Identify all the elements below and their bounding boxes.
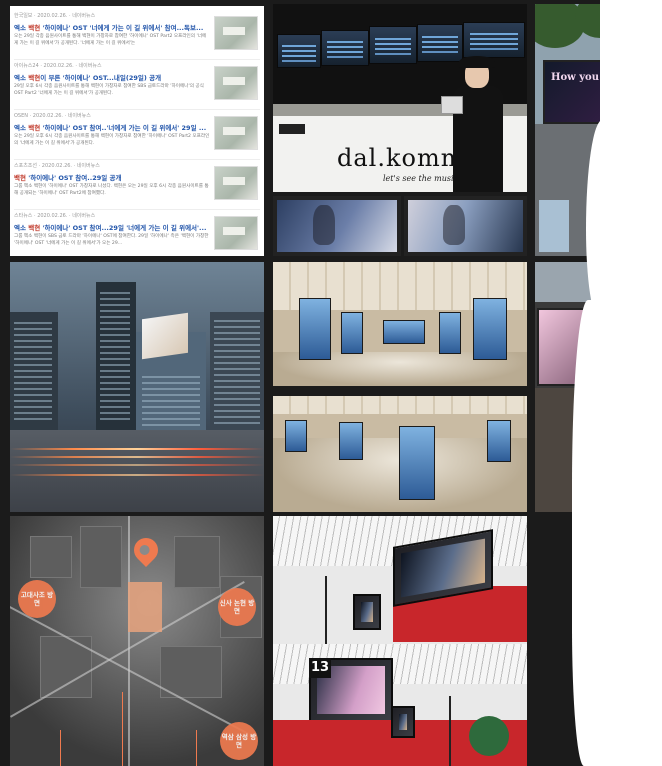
cafe-brand-logo: dal.komm	[337, 144, 465, 172]
display-screen-photo	[273, 196, 401, 256]
menu-screen	[321, 30, 369, 66]
night-city-photo	[10, 262, 264, 512]
location-pin-icon	[129, 533, 163, 567]
digital-pillar	[299, 298, 331, 360]
direction-label: 역삼 삼성 방면	[220, 722, 258, 760]
news-item: OSEN · 2020.02.26. · 네이버뉴스 엑소 백현 '하이에나' …	[14, 112, 260, 160]
digital-pillar	[439, 312, 461, 354]
news-item: 한국일보 · 2020.02.26. · 네이버뉴스 엑소 백현 '하이에나' …	[14, 12, 260, 60]
digital-pillar	[487, 420, 511, 462]
divider	[14, 59, 260, 60]
news-thumbnail	[214, 66, 258, 100]
news-title: 엑소 백현 '하이에나' OST '너에게 가는 이 길 위에서' 참여...독…	[14, 24, 204, 32]
news-thumbnail	[214, 216, 258, 250]
city-map-photo: 고대사조 방면 신사 논현 방면 역삼 삼성 방면	[10, 516, 264, 766]
news-thumbnail	[214, 166, 258, 200]
display-screen-photo	[404, 196, 527, 256]
news-clippings-photo: 한국일보 · 2020.02.26. · 네이버뉴스 엑소 백현 '하이에나' …	[10, 6, 264, 256]
divider	[14, 109, 260, 110]
news-title: 엑소 백현 '하이에나' OST 참여..'너에게 가는 이 길 위에서' 29…	[14, 124, 207, 132]
news-item: 아이뉴스24 · 2020.02.26. · 네이버뉴스 엑소 백현이 부른 '…	[14, 62, 260, 110]
mall-atrium-photo	[273, 262, 527, 512]
cafe-tagline: let's see the music	[383, 174, 458, 183]
digital-pillar	[383, 320, 425, 344]
cafe-photo: dal.komm let's see the music	[273, 4, 527, 192]
news-snippet: 그룹 엑소 백현이 '하이에나' OST 가창자로 나섰다. 백현은 오는 29…	[14, 184, 209, 196]
album-box	[441, 96, 463, 114]
news-title: 엑소 백현이 부른 '하이에나' OST...내일(29일) 공개	[14, 74, 162, 82]
digital-pillar	[473, 298, 507, 360]
road	[10, 430, 264, 512]
news-snippet: 오는 29일 각종 음원사이트를 통해 백현이 가창자로 참여한 '하이에나' …	[14, 34, 207, 46]
news-item: 스타뉴스 · 2020.02.26. · 네이버뉴스 엑소 백현 '하이에나' …	[14, 212, 260, 256]
digital-signage	[391, 706, 415, 738]
menu-screen	[277, 34, 321, 68]
staff-person	[441, 56, 507, 192]
news-title: 엑소 백현 '하이에나' OST 참여...29일 '너에게 가는 이 길 위에…	[14, 224, 207, 232]
digital-signage	[353, 594, 381, 630]
news-thumbnail	[214, 116, 258, 150]
divider	[14, 209, 260, 210]
news-snippet: 오는 29일 오후 6시 각종 음원사이트를 통해 백현이 가창자로 참여한 '…	[14, 134, 210, 146]
counter-sign	[279, 124, 305, 134]
digital-pillar	[399, 426, 435, 500]
direction-label: 고대사조 방면	[18, 580, 56, 618]
digital-pillar	[339, 422, 363, 460]
direction-label: 신사 논현 방면	[218, 588, 256, 626]
building-billboard	[142, 312, 188, 360]
gate-number: 13	[309, 658, 331, 678]
news-snippet: 그룹 엑소 백현이 SBS 금토 드라마 '하이에나' OST에 참여한다. 2…	[14, 234, 209, 246]
news-title: 백현 '하이에나' OST 참여..29일 공개	[14, 174, 122, 182]
menu-screen	[369, 26, 417, 64]
news-item: 스포츠조선 · 2020.02.26. · 네이버뉴스 백현 '하이에나' OS…	[14, 162, 260, 210]
divider	[14, 159, 260, 160]
digital-pillar	[341, 312, 363, 354]
terminal-photo: 13	[273, 516, 527, 766]
highlighted-building	[128, 582, 162, 632]
hat	[459, 56, 495, 68]
news-snippet: 29일 오후 6시 각종 음원사이트를 통해 백현이 가창자로 참여한 SBS …	[14, 84, 204, 96]
news-thumbnail	[214, 16, 258, 50]
digital-pillar	[285, 420, 307, 452]
menu-screen	[463, 22, 525, 58]
